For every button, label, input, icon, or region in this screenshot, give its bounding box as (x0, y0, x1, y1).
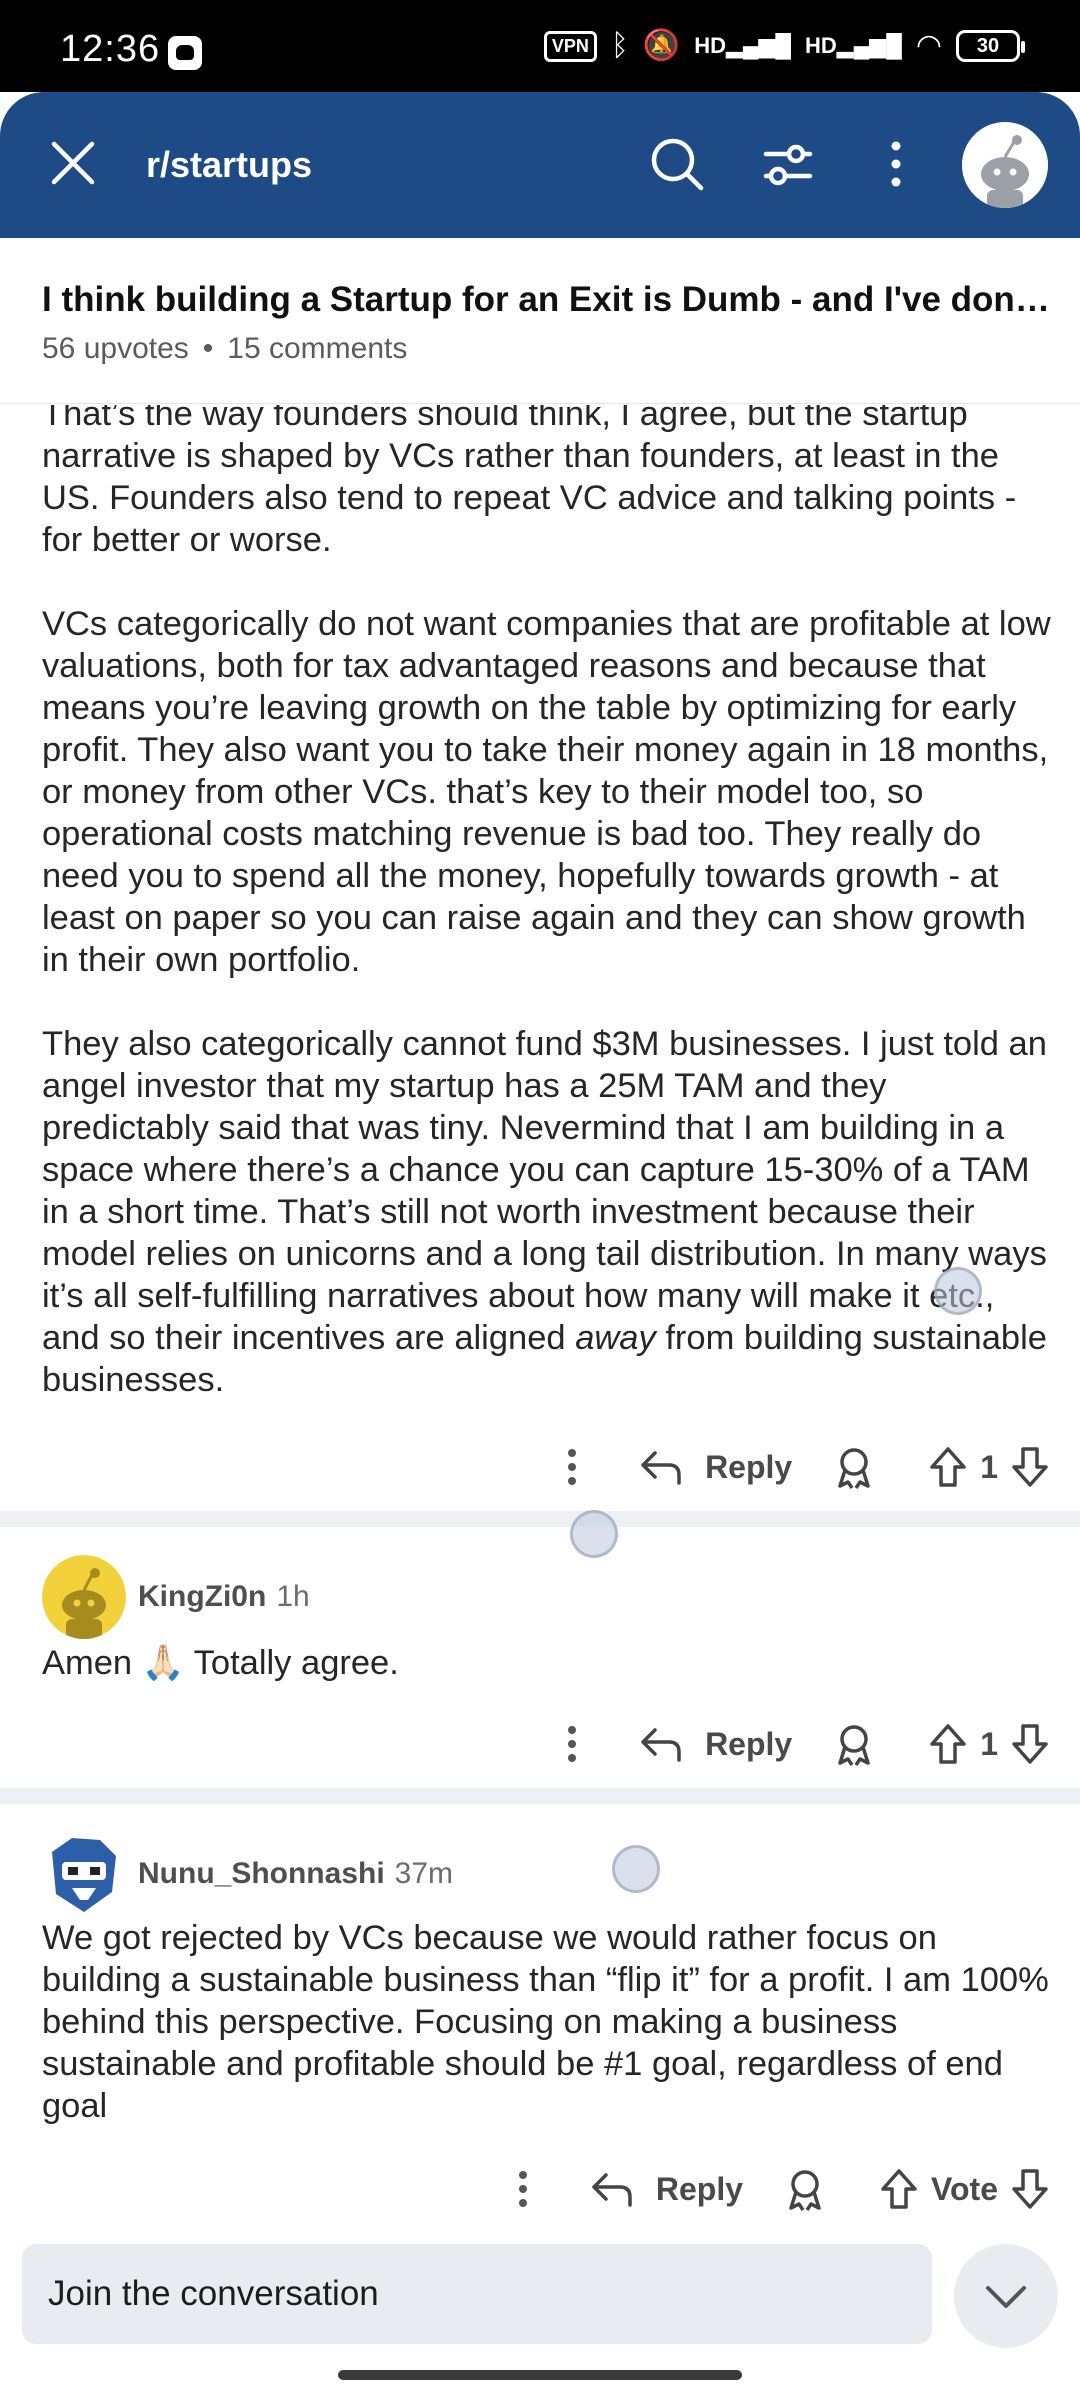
reply-icon (641, 1451, 681, 1485)
downvote-icon[interactable] (1010, 1445, 1050, 1489)
reply-button[interactable]: Reply (639, 1447, 792, 1487)
comment-actions-2: Reply 1 (557, 1712, 1050, 1776)
reply-label: Reply (655, 2170, 744, 2207)
signal-icon-2: HD▂▄▆█ (805, 33, 902, 58)
downvote-icon[interactable] (1010, 1722, 1050, 1766)
wifi-icon: ◠ (915, 29, 942, 62)
reply-label: Reply (705, 1725, 793, 1762)
upvote-icon[interactable] (928, 1722, 968, 1766)
user-avatar[interactable] (962, 122, 1048, 208)
meta-separator: • (202, 332, 214, 365)
comment-separator (0, 1511, 1080, 1527)
status-time: 12:36 (60, 28, 161, 70)
comment-header-3[interactable]: Nunu_Shonnashi 37m (42, 1832, 453, 1916)
downvote-icon[interactable] (1010, 2167, 1050, 2211)
post-title[interactable]: I think building a Startup for an Exit i… (42, 280, 1052, 320)
bottom-bar: Join the conversation (0, 2230, 1080, 2400)
comment-paragraph: They also categorically cannot fund $3M … (42, 1025, 1047, 1399)
vote-count: 1 (980, 1725, 998, 1762)
post-header[interactable]: I think building a Startup for an Exit i… (0, 238, 1080, 404)
status-bar: 12:36 VPN ᛒ 🔕 HD▂▄▆█ HD▂▄▆█ ◠ 30 (0, 0, 1080, 92)
vpn-icon: VPN (543, 30, 597, 62)
more-options-icon[interactable] (557, 1722, 587, 1766)
chevron-down-icon (986, 2286, 1026, 2308)
comments-list[interactable]: That’s the way founders should think, I … (0, 405, 1080, 2230)
avatar[interactable] (42, 1555, 126, 1639)
award-icon[interactable] (783, 2166, 827, 2212)
touch-indicator (612, 1845, 660, 1893)
battery-icon: 30 (956, 30, 1025, 62)
emphasized-text: away (575, 1319, 656, 1357)
mute-bell-icon: 🔕 (642, 29, 681, 62)
comment-paragraph: VCs categorically do not want companies … (42, 605, 1051, 979)
filter-icon[interactable] (756, 132, 820, 196)
touch-indicator (570, 1510, 618, 1558)
reply-icon (641, 1728, 681, 1762)
award-icon[interactable] (832, 1721, 876, 1767)
collapse-button[interactable] (954, 2244, 1058, 2348)
vote-count: 1 (980, 1448, 998, 1485)
comment-username[interactable]: KingZi0n (138, 1580, 266, 1614)
touch-indicator (934, 1267, 982, 1315)
upvote-icon[interactable] (879, 2167, 919, 2211)
reply-button[interactable]: Reply (639, 1724, 792, 1764)
comment-timestamp: 1h (276, 1580, 310, 1613)
reply-icon (592, 2173, 632, 2207)
subreddit-name[interactable]: r/startups (146, 144, 312, 186)
reply-button[interactable]: Reply (590, 2169, 743, 2209)
upvote-icon[interactable] (928, 1445, 968, 1489)
comment-actions-3: Reply Vote (508, 2157, 1050, 2221)
status-icons: VPN ᛒ 🔕 HD▂▄▆█ HD▂▄▆█ ◠ 30 (543, 29, 1025, 62)
more-vertical-icon[interactable] (864, 132, 928, 196)
comment-paragraph: That’s the way founders should think, I … (42, 405, 1017, 559)
bluetooth-icon: ᛒ (610, 29, 629, 62)
avatar[interactable] (42, 1832, 126, 1916)
comment-body-2: Amen 🙏🏻 Totally agree. (42, 1644, 399, 1682)
comment-timestamp: 37m (394, 1857, 454, 1890)
comment-header-2[interactable]: KingZi0n 1h (42, 1555, 310, 1639)
top-toolbar: r/startups (0, 92, 1080, 238)
upvote-count: 56 upvotes (42, 332, 189, 365)
comment-username[interactable]: Nunu_Shonnashi (138, 1857, 385, 1891)
join-conversation-input[interactable]: Join the conversation (22, 2244, 932, 2344)
vote-label: Vote (931, 2170, 998, 2207)
more-options-icon[interactable] (508, 2167, 538, 2211)
more-options-icon[interactable] (557, 1445, 587, 1489)
reply-label: Reply (705, 1448, 793, 1485)
comment-body-1: That’s the way founders should think, I … (42, 405, 1052, 1401)
app-notification-icon (168, 36, 202, 70)
close-icon[interactable] (48, 138, 98, 188)
comment-body-3: We got rejected by VCs because we would … (42, 1919, 1049, 2125)
home-indicator[interactable] (338, 2370, 742, 2380)
signal-icon-1: HD▂▄▆█ (694, 33, 792, 58)
post-meta: 56 upvotes • 15 comments (42, 332, 407, 366)
award-icon[interactable] (832, 1444, 876, 1490)
search-icon[interactable] (645, 132, 709, 196)
comment-actions-1: Reply 1 (557, 1435, 1050, 1499)
comment-separator (0, 1788, 1080, 1804)
comment-count: 15 comments (227, 332, 408, 365)
